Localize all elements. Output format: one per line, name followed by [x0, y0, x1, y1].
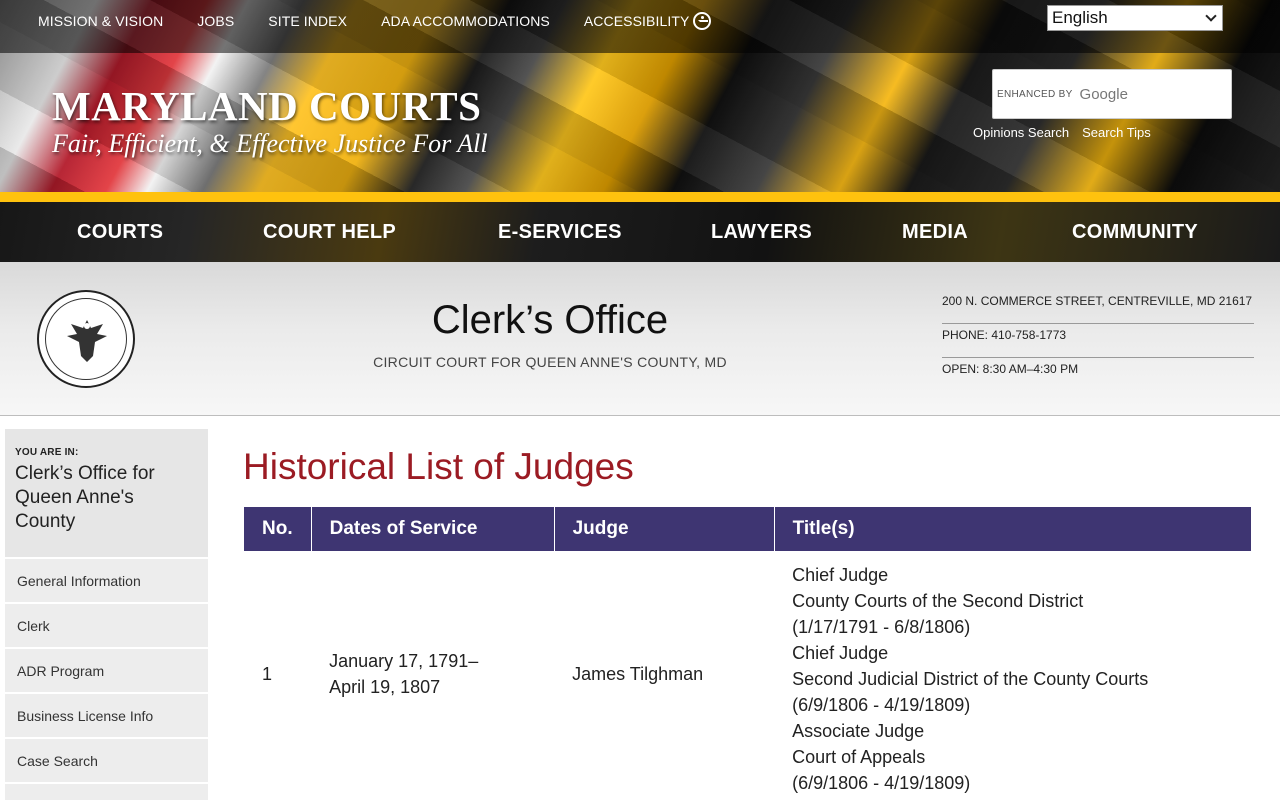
nav-media[interactable]: MEDIA [902, 202, 968, 262]
office-hours: OPEN: 8:30 AM–4:30 PM [942, 362, 1079, 376]
column-header-judge: Judge [554, 507, 775, 551]
office-contact: 200 N. COMMERCE STREET, CENTREVILLE, MD … [942, 290, 1254, 392]
title-line: (6/9/1806 - 4/19/1809) [792, 695, 971, 715]
page-title: Historical List of Judges [243, 446, 634, 487]
you-are-in-box: YOU ARE IN: Clerk’s Office for Queen Ann… [5, 429, 208, 557]
sidebar: YOU ARE IN: Clerk’s Office for Queen Ann… [5, 429, 208, 800]
cell-titles: Chief Judge County Courts of the Second … [774, 551, 1251, 796]
office-subtitle: CIRCUIT COURT FOR QUEEN ANNE'S COUNTY, M… [373, 354, 727, 370]
dates-start: January 17, 1791– [329, 650, 479, 671]
language-selected-value: English [1052, 8, 1108, 27]
title-line: Second Judicial District of the County C… [792, 669, 1149, 689]
chevron-down-icon [1205, 10, 1217, 22]
cell-dates: January 17, 1791– April 19, 1807 [311, 551, 554, 796]
sidebar-item-case-search[interactable]: Case Search [5, 738, 208, 782]
cell-judge: James Tilghman [572, 663, 704, 684]
table-row: 1 January 17, 1791– April 19, 1807 James… [244, 551, 1251, 796]
utility-nav: MISSION & VISION JOBS SITE INDEX ADA ACC… [38, 12, 745, 30]
judges-table-header-row: No. Dates of Service Judge Title(s) [244, 507, 1251, 551]
cell-no: 1 [262, 663, 273, 684]
title-line: Chief Judge [792, 643, 889, 663]
nav-e-services[interactable]: E-SERVICES [498, 202, 622, 262]
accessibility-icon [693, 12, 712, 30]
utility-link-mission-vision[interactable]: MISSION & VISION [38, 12, 163, 30]
search-links: Opinions Search Search Tips [973, 125, 1164, 140]
column-header-titles: Title(s) [774, 507, 1251, 551]
search-provider-label: Google [1079, 85, 1128, 103]
title-line: Associate Judge [792, 721, 925, 741]
nav-lawyers[interactable]: LAWYERS [711, 202, 812, 262]
office-phone[interactable]: PHONE: 410-758-1773 [942, 324, 1254, 358]
you-are-in-label: YOU ARE IN: [15, 447, 79, 458]
utility-link-site-index[interactable]: SITE INDEX [268, 12, 347, 30]
dates-end: April 19, 1807 [329, 676, 441, 697]
brand-title: MARYLAND COURTS [52, 83, 482, 129]
nav-courts[interactable]: COURTS [77, 202, 163, 262]
current-section-title: Clerk’s Office for Queen Anne's County [15, 463, 155, 532]
nav-accent-bar [0, 192, 1280, 202]
accessibility-label: ACCESSIBILITY [583, 13, 690, 29]
site-logo[interactable]: MARYLAND COURTS Fair, Efficient, & Effec… [52, 84, 488, 159]
office-header: Clerk’s Office CIRCUIT COURT FOR QUEEN A… [0, 262, 1280, 416]
utility-link-accessibility[interactable]: ACCESSIBILITY [584, 12, 712, 30]
opinions-search-link[interactable]: Opinions Search [973, 125, 1069, 140]
office-title: Clerk’s Office [431, 298, 669, 342]
utility-link-jobs[interactable]: JOBS [197, 12, 234, 30]
nav-court-help[interactable]: COURT HELP [263, 202, 396, 262]
language-select[interactable]: English [1047, 5, 1223, 31]
office-title-block: Clerk’s Office CIRCUIT COURT FOR QUEEN A… [0, 296, 1100, 370]
search-tips-link[interactable]: Search Tips [1082, 125, 1151, 140]
sidebar-item-cell-phone-use[interactable]: Cell Phone Use in... [5, 783, 208, 800]
sidebar-item-general-information[interactable]: General Information [5, 558, 208, 602]
title-line: Chief Judge [792, 565, 889, 585]
search-input[interactable]: ENHANCED BY Google [992, 69, 1232, 119]
brand-tagline: Fair, Efficient, & Effective Justice For… [52, 129, 488, 158]
title-line: (6/9/1806 - 4/19/1809) [792, 773, 971, 793]
office-address: 200 N. COMMERCE STREET, CENTREVILLE, MD … [942, 290, 1254, 324]
sidebar-item-adr-program[interactable]: ADR Program [5, 648, 208, 692]
nav-community[interactable]: COMMUNITY [1072, 202, 1198, 262]
utility-link-ada-accommodations[interactable]: ADA ACCOMMODATIONS [381, 12, 550, 30]
title-line: Court of Appeals [792, 747, 926, 767]
column-header-no: No. [244, 507, 312, 551]
title-line: County Courts of the Second District [792, 591, 1084, 611]
title-line: (1/17/1791 - 6/8/1806) [792, 617, 971, 637]
search-enhanced-label: ENHANCED BY [997, 88, 1073, 100]
judges-table: No. Dates of Service Judge Title(s) 1 Ja… [244, 507, 1251, 796]
sidebar-item-business-license-info[interactable]: Business License Info [5, 693, 208, 737]
column-header-dates: Dates of Service [311, 507, 555, 551]
main-nav: COURTS COURT HELP E-SERVICES LAWYERS MED… [0, 202, 1280, 262]
sidebar-item-clerk[interactable]: Clerk [5, 603, 208, 647]
